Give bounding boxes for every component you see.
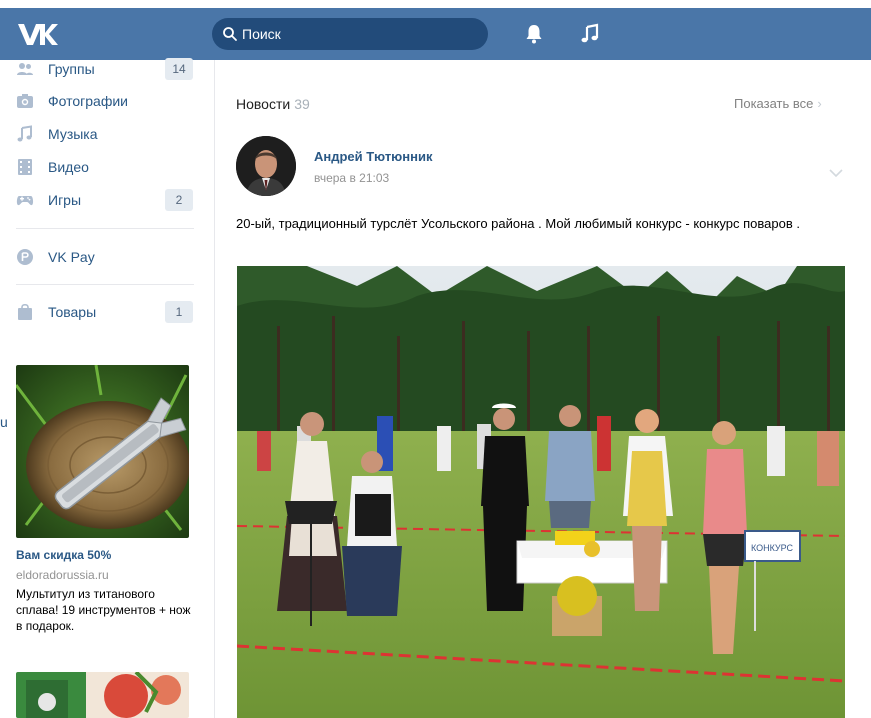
groups-icon: [17, 63, 33, 75]
bell-icon[interactable]: [522, 22, 546, 46]
ad-title-link[interactable]: Вам скидка 50%: [16, 548, 111, 562]
sidebar-item-label: VK Pay: [48, 249, 95, 265]
music-note-icon[interactable]: [578, 22, 602, 46]
sidebar-divider: [16, 228, 194, 229]
film-icon: [18, 159, 32, 175]
sidebar-item-music[interactable]: Музыка: [0, 119, 205, 149]
second-ad-image[interactable]: [16, 672, 189, 718]
vk-logo-icon[interactable]: [16, 20, 60, 48]
post-author-link[interactable]: Андрей Тютюнник: [314, 149, 433, 164]
show-all-label: Показать все: [734, 96, 814, 111]
sidebar-count-badge: 2: [165, 189, 193, 211]
sidebar-item-label: Группы: [48, 61, 95, 77]
shopping-bag-icon: [18, 303, 32, 320]
show-all-link[interactable]: Показать все ›: [734, 96, 822, 111]
ad-image[interactable]: [16, 365, 189, 538]
sidebar-item-label: Игры: [48, 192, 82, 208]
search-icon: [223, 27, 237, 41]
vkpay-icon: [17, 249, 33, 265]
sidebar-item-label: Товары: [48, 304, 97, 320]
sidebar-count-badge: 14: [165, 58, 193, 80]
chevron-right-icon: ›: [817, 96, 822, 111]
sidebar-item-groups[interactable]: Группы 14: [0, 54, 205, 84]
feed-header: Новости 39: [236, 96, 310, 112]
sidebar-item-games[interactable]: Игры 2: [0, 185, 205, 215]
sidebar-item-vkpay[interactable]: VK Pay: [0, 242, 205, 272]
sidebar-item-video[interactable]: Видео: [0, 152, 205, 182]
top-header: Поиск: [0, 8, 871, 60]
chevron-down-icon[interactable]: [826, 166, 846, 180]
stray-text-fragment: u: [0, 414, 8, 430]
sidebar-divider: [16, 284, 194, 285]
gamepad-icon: [16, 196, 34, 206]
ad-domain: eldoradorussia.ru: [16, 568, 109, 582]
sidebar-count-badge: 1: [165, 301, 193, 323]
author-avatar[interactable]: [236, 136, 296, 196]
feed-title: Новости: [236, 96, 291, 112]
sidebar-item-label: Музыка: [48, 126, 98, 142]
contest-sign-text: КОНКУРС: [751, 543, 794, 553]
content-divider: [214, 60, 215, 718]
search-placeholder: Поиск: [242, 26, 281, 42]
sidebar-item-market[interactable]: Товары 1: [0, 297, 205, 327]
vk-page: Поиск Группы 14 Фотографии Музыка Видео …: [0, 0, 871, 718]
post-photo[interactable]: КОНКУРС: [237, 266, 845, 718]
sidebar-item-photos[interactable]: Фотографии: [0, 86, 205, 116]
sidebar-item-label: Видео: [48, 159, 89, 175]
camera-icon: [17, 94, 33, 108]
post-text: 20-ый, традиционный турслёт Усольского р…: [236, 216, 800, 231]
post-timestamp[interactable]: вчера в 21:03: [314, 171, 389, 185]
ad-description: Мультитул из титанового сплава! 19 инстр…: [16, 587, 191, 633]
feed-count: 39: [294, 96, 310, 112]
sidebar-item-label: Фотографии: [48, 93, 129, 109]
search-input[interactable]: Поиск: [212, 18, 488, 50]
music-note-icon: [17, 125, 32, 142]
